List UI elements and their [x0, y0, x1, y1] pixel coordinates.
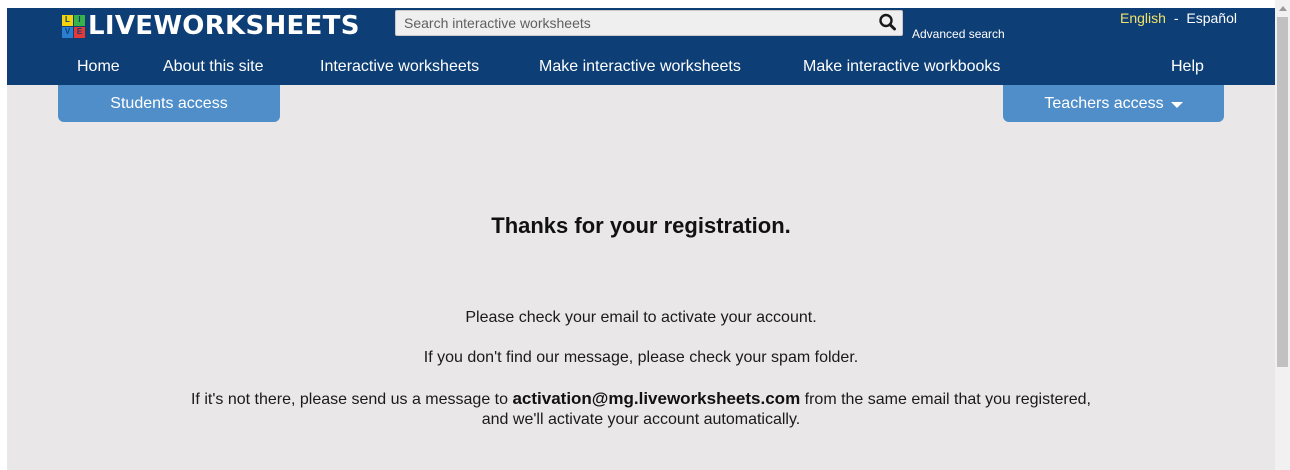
logo-mark: L I V E [62, 14, 85, 38]
logo-square-i: I [74, 14, 85, 26]
scroll-up-button[interactable] [1275, 0, 1290, 17]
page: L I V E LIVEWORKSHEETS Advanced search E… [7, 8, 1275, 470]
logo-square-v: V [62, 26, 73, 38]
teachers-access-tab[interactable]: Teachers access [1003, 85, 1224, 122]
teachers-access-label: Teachers access [1044, 95, 1164, 112]
contact-message-line1: If it's not there, please send us a mess… [7, 389, 1275, 410]
logo-square-e: E [74, 26, 85, 38]
search-input[interactable] [395, 10, 903, 36]
left-margin [0, 0, 7, 470]
nav-help[interactable]: Help [1171, 58, 1204, 76]
scrollbar-thumb[interactable] [1277, 17, 1288, 367]
nav-make-workbooks[interactable]: Make interactive workbooks [803, 58, 1000, 76]
nav-about[interactable]: About this site [163, 58, 264, 76]
vertical-scrollbar[interactable] [1275, 0, 1290, 470]
students-access-tab[interactable]: Students access [58, 85, 280, 122]
language-switcher: English - Español [1120, 10, 1237, 26]
logo-text: LIVEWORKSHEETS [88, 11, 360, 41]
advanced-search-link[interactable]: Advanced search [912, 27, 1005, 41]
search-icon [879, 13, 896, 31]
lang-spanish-link[interactable]: Español [1186, 10, 1237, 26]
students-access-label: Students access [110, 95, 228, 112]
check-email-message: Please check your email to activate your… [465, 309, 817, 326]
caret-down-icon [1170, 102, 1183, 108]
header-bar: L I V E LIVEWORKSHEETS Advanced search E… [7, 8, 1275, 85]
nav-make-worksheets[interactable]: Make interactive worksheets [539, 58, 741, 76]
logo-square-l: L [62, 14, 73, 26]
search-button[interactable] [873, 10, 903, 36]
site-logo[interactable]: L I V E LIVEWORKSHEETS [62, 11, 360, 41]
arrow-up-icon [1278, 6, 1287, 11]
contact-prefix: If it's not there, please send us a mess… [190, 391, 508, 408]
contact-message: If it's not there, please send us a mess… [7, 389, 1275, 430]
lang-separator: - [1173, 10, 1179, 26]
nav-interactive-worksheets[interactable]: Interactive worksheets [320, 58, 479, 76]
contact-suffix: from the same email that you registered, [804, 391, 1091, 408]
lang-english-link[interactable]: English [1120, 10, 1166, 26]
spam-folder-message: If you don't find our message, please ch… [423, 349, 859, 366]
contact-message-line2: and we'll activate your account automati… [481, 411, 801, 428]
page-title: Thanks for your registration. [491, 213, 791, 238]
main-nav: Home About this site Interactive workshe… [7, 58, 1275, 78]
nav-home[interactable]: Home [77, 58, 120, 76]
activation-email: activation@mg.liveworksheets.com [512, 389, 801, 408]
